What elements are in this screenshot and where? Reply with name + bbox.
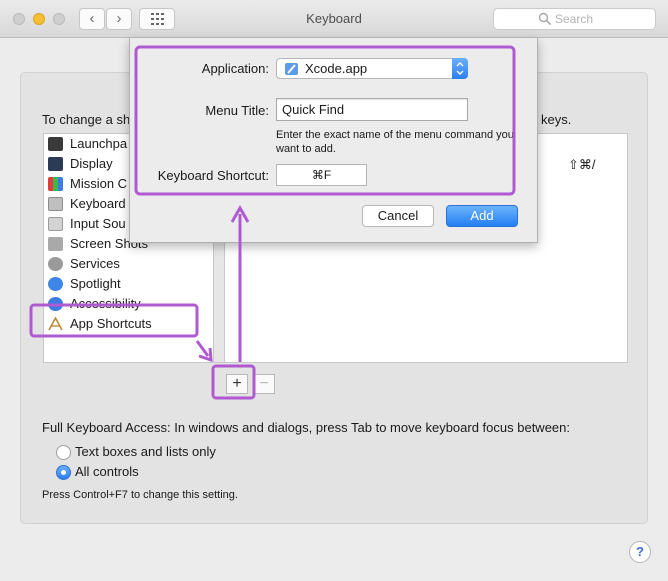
plus-icon: + — [232, 375, 242, 392]
radio-button-selected[interactable] — [56, 465, 71, 480]
input-sources-icon — [48, 217, 63, 231]
list-item-label: Display — [70, 156, 113, 171]
screenshot-icon — [48, 237, 63, 251]
add-button[interactable]: Add — [446, 205, 518, 227]
list-item-label: Accessibility — [70, 296, 141, 311]
add-shortcut-button[interactable]: + — [226, 374, 248, 394]
chevron-up-down-icon — [456, 62, 464, 75]
menu-title-label: Menu Title: — [205, 103, 269, 118]
minus-icon: − — [259, 375, 269, 392]
display-icon — [48, 157, 63, 171]
menu-title-input[interactable] — [276, 98, 468, 121]
setting-hint: Press Control+F7 to change this setting. — [42, 489, 238, 501]
list-item[interactable]: Spotlight — [44, 274, 213, 294]
application-popup[interactable]: Xcode.app — [276, 58, 468, 79]
cancel-button[interactable]: Cancel — [362, 205, 434, 227]
list-item[interactable]: Services — [44, 254, 213, 274]
question-icon: ? — [636, 544, 644, 559]
list-item-label: Services — [70, 256, 120, 271]
radio-label: All controls — [75, 464, 139, 479]
search-placeholder: Search — [555, 12, 594, 26]
remove-shortcut-button[interactable]: − — [253, 374, 275, 394]
launchpad-icon — [48, 137, 63, 151]
shortcut-keys: ⇧⌘/ — [568, 157, 596, 172]
spotlight-icon — [48, 277, 63, 291]
radio-button[interactable] — [56, 445, 71, 460]
search-field[interactable]: Search — [493, 8, 656, 30]
popup-stepper[interactable] — [452, 58, 468, 79]
list-item[interactable]: App Shortcuts — [44, 314, 213, 334]
list-item-label: Launchpa — [70, 136, 128, 151]
list-item-label: Keyboard — [70, 196, 126, 211]
application-value: Xcode.app — [305, 61, 368, 76]
gear-icon — [48, 257, 63, 271]
accessibility-icon — [48, 297, 63, 311]
list-item-label: Mission C — [70, 176, 128, 191]
list-item-label: Spotlight — [70, 276, 121, 291]
list-item-label: App Shortcuts — [70, 316, 152, 331]
xcode-app-icon — [285, 63, 298, 75]
mission-control-icon — [48, 177, 63, 191]
instruction-text: To change a sh — [42, 112, 131, 127]
instruction-text-end: keys. — [541, 112, 572, 127]
search-icon — [538, 12, 552, 26]
app-shortcuts-icon — [48, 317, 63, 331]
list-item[interactable]: Accessibility — [44, 294, 213, 314]
keyboard-shortcut-label: Keyboard Shortcut: — [157, 168, 269, 183]
menu-title-help: Enter the exact name of the menu command… — [276, 129, 514, 155]
full-keyboard-access-label: Full Keyboard Access: In windows and dia… — [42, 420, 570, 435]
help-button[interactable]: ? — [629, 541, 651, 563]
radio-label: Text boxes and lists only — [75, 444, 216, 459]
list-item-label: Input Sou — [70, 216, 126, 231]
title-bar: ‹ › Keyboard Search — [0, 0, 668, 38]
keyboard-icon — [48, 197, 63, 211]
keyboard-shortcut-field[interactable]: ⌘F — [276, 164, 367, 186]
application-label: Application: — [201, 61, 269, 76]
